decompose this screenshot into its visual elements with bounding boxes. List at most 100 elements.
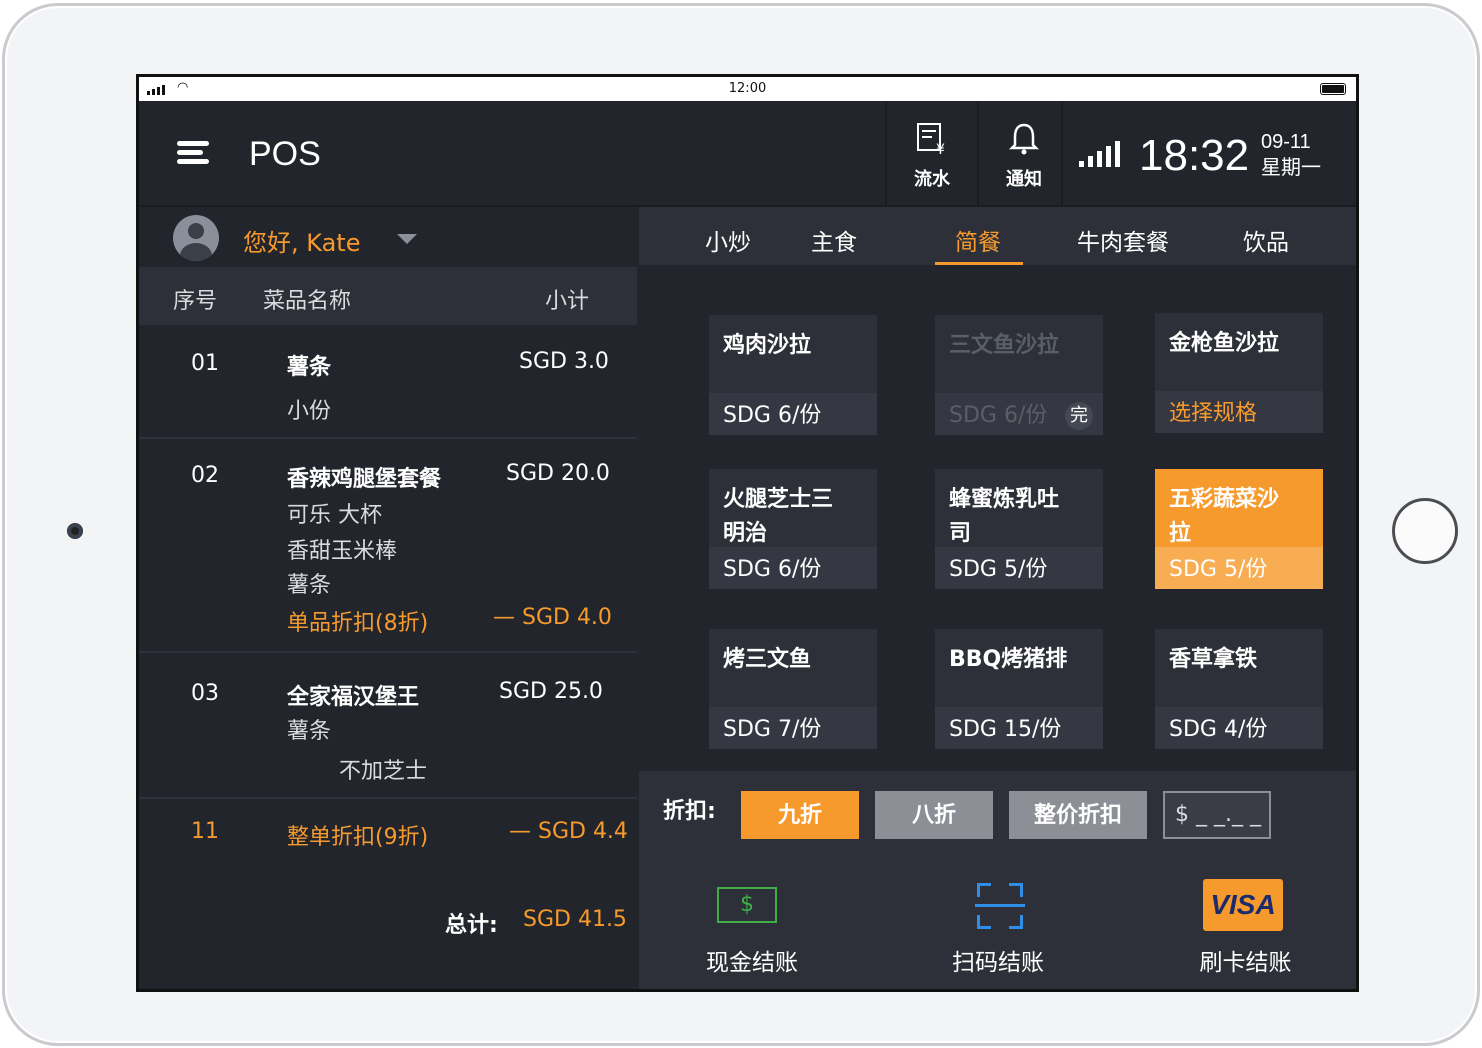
row-no: 03	[191, 681, 219, 706]
status-time: 12:00	[728, 81, 767, 96]
order-discount-row[interactable]: 11 整单折扣(9折) — SGD 4.4	[139, 799, 637, 869]
row-price: SGD 25.0	[499, 679, 603, 704]
tablet-frame: ◠ 12:00 POS ¥ 流水 通知 18:32 09-11 星期一 您好, …	[2, 3, 1480, 1046]
row-name: 香辣鸡腿堡套餐	[287, 467, 442, 492]
device-status-bar: ◠ 12:00	[139, 77, 1356, 101]
menu-card[interactable]: 火腿芝士三明治 SDG 6/份	[709, 469, 877, 589]
tab-stir-fry[interactable]: 小炒	[705, 223, 751, 257]
menu-card-selected[interactable]: 五彩蔬菜沙拉 SDG 5/份	[1155, 469, 1323, 589]
battery-icon	[1320, 83, 1346, 95]
discount-label: 折扣:	[663, 799, 716, 824]
scan-pay-button[interactable]: 扫码结账	[885, 867, 1111, 989]
header-subtotal: 小计	[545, 289, 590, 314]
sold-out-badge: 完	[1065, 402, 1093, 430]
row-option: 薯条	[287, 719, 332, 744]
svg-text:¥: ¥	[936, 142, 945, 157]
notify-label: 通知	[1006, 169, 1042, 190]
menu-item-name: 鸡肉沙拉	[723, 333, 812, 358]
order-row[interactable]: 01 薯条 SGD 3.0 小份	[139, 325, 637, 439]
menu-card[interactable]: 香草拿铁 SDG 4/份	[1155, 629, 1323, 749]
qr-scan-icon	[975, 883, 1025, 929]
menu-card[interactable]: 烤三文鱼 SDG 7/份	[709, 629, 877, 749]
menu-item-price: SDG 15/份	[949, 717, 1062, 742]
menu-card[interactable]: 金枪鱼沙拉 选择规格	[1155, 313, 1323, 433]
clock-time: 18:32	[1139, 131, 1250, 180]
menu-card[interactable]: 蜂蜜炼乳吐司 SDG 5/份	[935, 469, 1103, 589]
cash-pay-button[interactable]: $ 现金结账	[639, 867, 865, 989]
scan-pay-label: 扫码结账	[952, 950, 1044, 976]
menu-item-name: 香草拿铁	[1169, 647, 1258, 672]
order-row[interactable]: 02 香辣鸡腿堡套餐 SGD 20.0 可乐 大杯 香甜玉米棒 薯条 单品折扣(…	[139, 439, 637, 653]
tab-light-meal[interactable]: 简餐	[955, 223, 1001, 257]
tab-staple[interactable]: 主食	[811, 223, 857, 257]
row-name: 全家福汉堡王	[287, 685, 420, 710]
whole-price-discount-button[interactable]: 整价折扣	[1009, 791, 1147, 839]
menu-item-price: SDG 6/份	[723, 557, 822, 582]
order-discount-value: — SGD 4.4	[509, 819, 628, 844]
order-table-header: 序号 菜品名称 小计	[139, 267, 637, 325]
header-no: 序号	[173, 289, 218, 314]
row-discount-value: — SGD 4.0	[493, 605, 612, 630]
menu-grid: 鸡肉沙拉 SDG 6/份 三文鱼沙拉 SDG 6/份 完 金枪鱼沙拉 选择规格 …	[639, 267, 1356, 771]
user-bar[interactable]: 您好, Kate	[139, 207, 637, 267]
menu-card[interactable]: 三文鱼沙拉 SDG 6/份 完	[935, 315, 1103, 435]
custom-discount-input[interactable]: $ _ _._ _	[1163, 791, 1271, 839]
bell-icon	[979, 121, 1069, 161]
user-greeting: 您好, Kate	[243, 229, 361, 257]
notify-button[interactable]: 通知	[977, 101, 1069, 207]
chevron-down-icon[interactable]	[397, 234, 417, 244]
app-header: POS ¥ 流水 通知 18:32 09-11 星期一	[139, 101, 1356, 207]
discount-bar: 折扣: 九折 八折 整价折扣 $ _ _._ _	[639, 771, 1356, 847]
menu-item-price: SDG 4/份	[1169, 717, 1268, 742]
header-name: 菜品名称	[263, 289, 352, 314]
menu-icon[interactable]	[177, 141, 209, 167]
row-option: 香甜玉米棒	[287, 539, 398, 564]
pos-screen: ◠ 12:00 POS ¥ 流水 通知 18:32 09-11 星期一 您好, …	[136, 74, 1359, 992]
row-discount-label: 单品折扣(8折)	[287, 611, 429, 636]
tab-beef-set[interactable]: 牛肉套餐	[1077, 223, 1169, 257]
row-price: SGD 3.0	[519, 349, 609, 374]
weekday-text: 星期一	[1261, 157, 1321, 179]
menu-item-name: 烤三文鱼	[723, 647, 812, 672]
menu-item-name: 蜂蜜炼乳吐司	[949, 487, 1060, 546]
row-option: 不加芝士	[339, 759, 428, 784]
order-discount-label: 整单折扣(9折)	[287, 825, 429, 850]
cash-icon: $	[717, 887, 777, 923]
menu-item-name: 火腿芝士三明治	[723, 487, 834, 546]
row-price: SGD 20.0	[506, 461, 610, 486]
cash-pay-label: 现金结账	[706, 950, 798, 976]
receipt-icon: ¥	[887, 121, 977, 161]
tab-drinks[interactable]: 饮品	[1243, 223, 1289, 257]
select-spec-link[interactable]: 选择规格	[1169, 395, 1257, 427]
menu-panel: 小炒 主食 简餐 牛肉套餐 饮品 鸡肉沙拉 SDG 6/份 三文鱼沙拉 SDG …	[639, 207, 1356, 989]
signal-icon	[1079, 141, 1120, 167]
home-button[interactable]	[1392, 498, 1458, 564]
card-pay-button[interactable]: VISA 刷卡结账	[1129, 867, 1356, 989]
flow-button[interactable]: ¥ 流水	[885, 101, 977, 207]
menu-card[interactable]: 鸡肉沙拉 SDG 6/份	[709, 315, 877, 435]
row-option: 可乐 大杯	[287, 503, 382, 528]
order-row[interactable]: 03 全家福汉堡王 SGD 25.0 薯条 不加芝士	[139, 653, 637, 799]
category-tabs: 小炒 主食 简餐 牛肉套餐 饮品	[639, 207, 1356, 267]
row-no: 01	[191, 351, 219, 376]
row-option: 小份	[287, 399, 332, 424]
row-name: 薯条	[287, 355, 332, 380]
row-option: 薯条	[287, 573, 332, 598]
total-value: SGD 41.5	[523, 907, 627, 932]
menu-item-name: 五彩蔬菜沙拉	[1169, 487, 1280, 546]
date-text: 09-11	[1261, 131, 1311, 153]
discount-80-button[interactable]: 八折	[875, 791, 993, 839]
camera-icon	[67, 523, 83, 539]
clock-panel: 18:32 09-11 星期一	[1061, 101, 1356, 207]
menu-item-price: SDG 7/份	[723, 717, 822, 742]
menu-item-price: SDG 6/份	[723, 403, 822, 428]
card-pay-label: 刷卡结账	[1199, 950, 1292, 976]
menu-card[interactable]: BBQ烤猪排 SDG 15/份	[935, 629, 1103, 749]
row-no: 02	[191, 463, 219, 488]
menu-item-price: SDG 5/份	[949, 557, 1048, 582]
menu-item-name: 金枪鱼沙拉	[1169, 331, 1280, 356]
total-label: 总计:	[445, 913, 498, 938]
menu-item-price: SDG 5/份	[1169, 557, 1268, 582]
discount-90-button[interactable]: 九折	[741, 791, 859, 839]
visa-card-icon: VISA	[1203, 879, 1283, 931]
